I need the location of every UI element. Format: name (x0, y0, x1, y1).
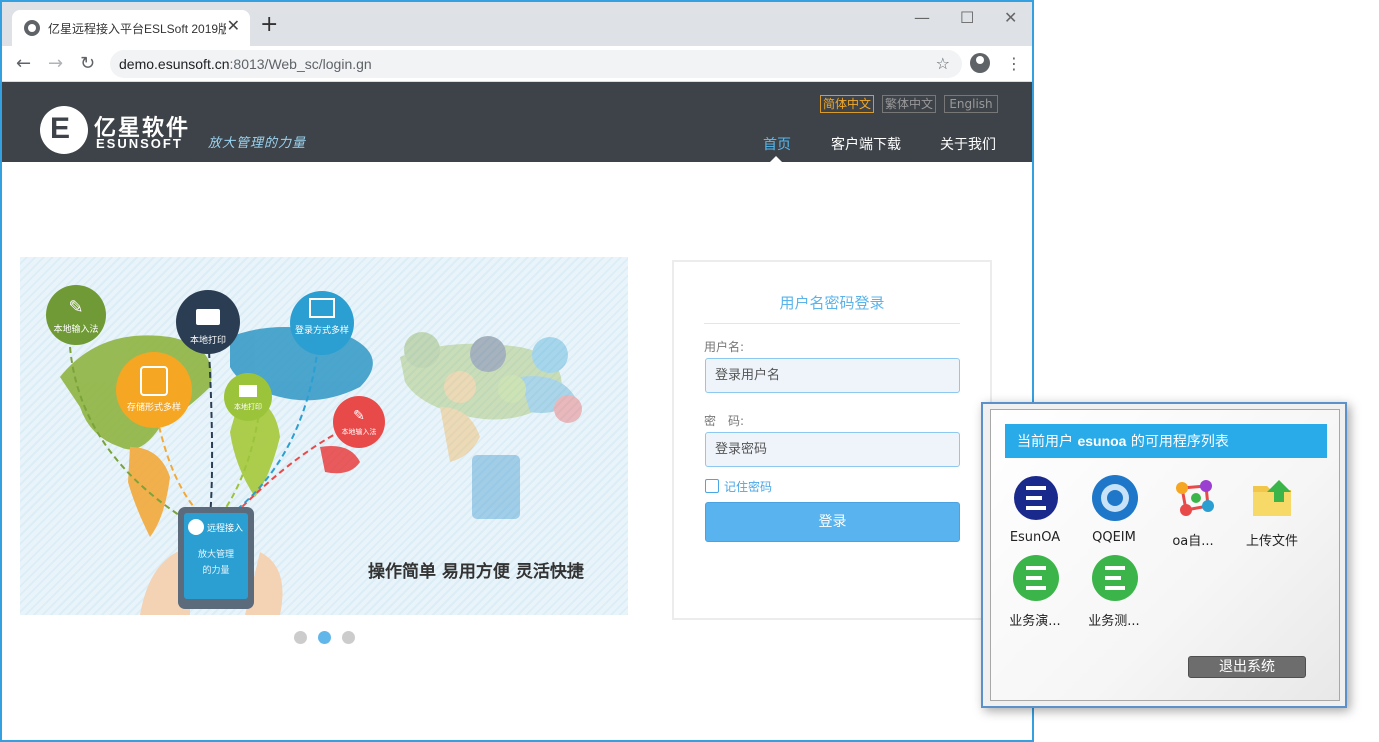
password-label: 密 码: (704, 414, 745, 428)
tab-title: 亿星远程接入平台ESLSoft 2019版 (48, 22, 226, 36)
profile-icon[interactable] (970, 53, 990, 73)
reload-icon[interactable]: ↻ (80, 53, 95, 74)
svg-text:登录方式多样: 登录方式多样 (295, 324, 349, 336)
continents (60, 327, 373, 537)
app-label: oa自... (1172, 534, 1214, 549)
lang-english[interactable]: English (944, 95, 998, 113)
close-icon[interactable]: ✕ (227, 16, 240, 35)
dialog-body: 当前用户 esunoa 的可用程序列表 EsunOA QQEIM oa自... … (990, 409, 1340, 701)
browser-window: 亿星远程接入平台ESLSoft 2019版 ✕ + — ☐ ✕ ← → ↻ de… (0, 0, 1034, 742)
maximize-icon[interactable]: ☐ (960, 8, 974, 27)
dialog-header-prefix: 当前用户 (1017, 434, 1078, 450)
app-qqeim[interactable]: QQEIM (1075, 472, 1153, 552)
app-label: EsunOA (1009, 530, 1061, 545)
logout-button[interactable]: 退出系统 (1188, 656, 1306, 678)
upload-folder-icon (1253, 480, 1291, 516)
remember-checkbox[interactable] (705, 479, 719, 493)
tab-strip: 亿星远程接入平台ESLSoft 2019版 ✕ + — ☐ ✕ (2, 2, 1032, 46)
back-icon[interactable]: ← (16, 53, 31, 74)
app-business-test[interactable]: 业务测... (1075, 552, 1153, 632)
login-button[interactable]: 登录 (705, 502, 960, 542)
plus-icon[interactable]: + (260, 14, 278, 36)
nav-home[interactable]: 首页 (763, 134, 791, 154)
app-upload[interactable]: 上传文件 (1233, 472, 1311, 552)
svg-text:✎: ✎ (68, 297, 83, 318)
app-label: 业务演... (1009, 614, 1061, 629)
svg-text:存储形式多样: 存储形式多样 (127, 401, 181, 413)
app-label: QQEIM (1092, 530, 1136, 545)
app-business-demo[interactable]: 业务演... (996, 552, 1074, 632)
browser-toolbar: ← → ↻ demo.esunsoft.cn:8013/Web_sc/login… (2, 46, 1032, 82)
svg-text:放大管理: 放大管理 (198, 548, 234, 560)
login-panel: 用户名密码登录 用户名: 登录用户名 密 码: 登录密码 记住密码 登录 (672, 260, 992, 620)
url-path: :8013/Web_sc/login.gn (229, 56, 372, 72)
dialog-header-suffix: 的可用程序列表 (1126, 434, 1229, 450)
svg-text:本地输入法: 本地输入法 (342, 427, 377, 436)
hands-tablet: 远程接入 放大管理 的力量 (140, 507, 283, 615)
nav-about[interactable]: 关于我们 (940, 134, 996, 154)
url-text: demo.esunsoft.cn:8013/Web_sc/login.gn (119, 56, 372, 72)
nav-download[interactable]: 客户端下载 (831, 134, 901, 154)
browser-tab[interactable]: 亿星远程接入平台ESLSoft 2019版 ✕ (12, 10, 250, 46)
carousel-dot-2[interactable] (318, 631, 331, 644)
url-host: demo.esunsoft.cn (119, 56, 230, 72)
svg-text:本地打印: 本地打印 (190, 334, 226, 346)
faded-map (400, 332, 582, 519)
qqeim-icon (1092, 475, 1138, 521)
bubble-local-print: 本地打印 (176, 290, 240, 354)
svg-text:本地输入法: 本地输入法 (53, 323, 98, 335)
svg-text:本地打印: 本地打印 (234, 402, 262, 411)
address-bar[interactable]: demo.esunsoft.cn:8013/Web_sc/login.gn ☆ (110, 50, 962, 78)
slogan: 放大管理的力量 (208, 136, 307, 151)
app-label: 上传文件 (1245, 534, 1298, 549)
bubble-local-print-small: 本地打印 (224, 373, 272, 421)
dialog-header: 当前用户 esunoa 的可用程序列表 (1005, 424, 1327, 458)
green-e-icon (1092, 555, 1138, 601)
app-oa-auto[interactable]: oa自... (1154, 472, 1232, 552)
carousel-dot-3[interactable] (342, 631, 355, 644)
menu-icon[interactable]: ⋮ (1006, 54, 1022, 73)
carousel-dot-1[interactable] (294, 631, 307, 644)
minimize-icon[interactable]: — (914, 8, 930, 27)
logo-english: ESUNSOFT (96, 136, 183, 151)
lang-traditional[interactable]: 繁体中文 (882, 95, 937, 113)
remember-label[interactable]: 记住密码 (724, 478, 772, 495)
bubble-storage: 存储形式多样 (116, 352, 192, 428)
app-esunoa[interactable]: EsunOA (996, 472, 1074, 552)
svg-text:✎: ✎ (353, 408, 365, 424)
bubble-input-method-small: 本地输入法 ✎ (333, 396, 385, 448)
forward-icon[interactable]: → (48, 53, 63, 74)
app-list-dialog: 当前用户 esunoa 的可用程序列表 EsunOA QQEIM oa自... … (981, 402, 1347, 708)
globe-icon (24, 20, 40, 36)
dialog-user: esunoa (1077, 433, 1127, 449)
bubble-login-methods: 登录方式多样 (290, 291, 354, 355)
screen: 亿星远程接入平台ESLSoft 2019版 ✕ + — ☐ ✕ ← → ↻ de… (0, 0, 1379, 742)
username-input[interactable]: 登录用户名 (705, 358, 960, 393)
login-title: 用户名密码登录 (704, 292, 960, 324)
bubble-input-method: 本地输入法 ✎ (46, 285, 106, 345)
logo-icon: E (40, 106, 88, 154)
banner-carousel[interactable]: 本地输入法 ✎ 本地打印 登录方式多样 存储形式多样 本地打印 本地输入法 ✎ … (20, 257, 628, 615)
banner-tagline: 操作简单 易用方便 灵活快捷 (368, 562, 584, 582)
green-e-icon (1013, 555, 1059, 601)
molecule-icon (1176, 480, 1214, 516)
username-label: 用户名: (704, 340, 745, 354)
star-icon[interactable]: ☆ (936, 54, 950, 73)
password-input[interactable]: 登录密码 (705, 432, 960, 467)
app-label: 业务测... (1088, 614, 1140, 629)
nav-active-indicator (770, 156, 782, 162)
lang-simplified[interactable]: 简体中文 (820, 95, 875, 113)
svg-text:的力量: 的力量 (202, 564, 229, 576)
esunoa-icon (1014, 476, 1058, 520)
svg-text:远程接入: 远程接入 (207, 522, 243, 534)
window-close-icon[interactable]: ✕ (1004, 8, 1017, 27)
site-header: E 亿星软件 ESUNSOFT 放大管理的力量 简体中文 繁体中文 Englis… (2, 82, 1032, 162)
